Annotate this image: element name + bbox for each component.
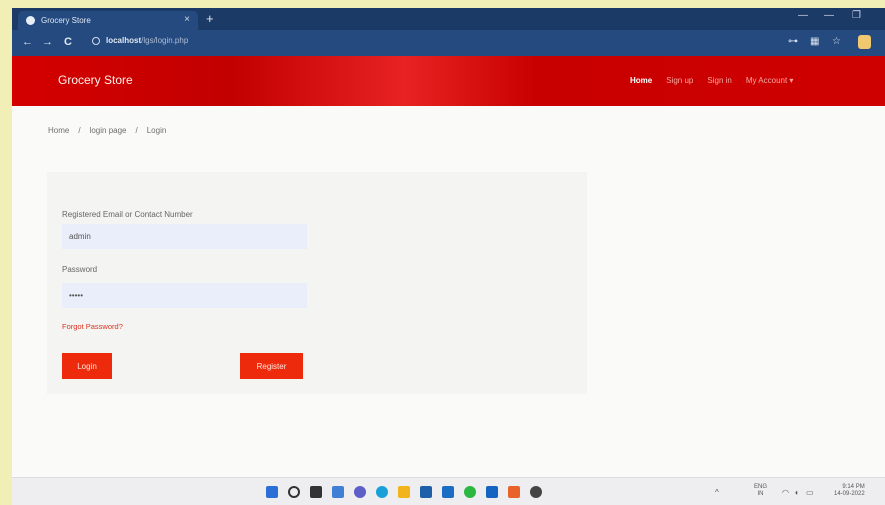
nav-sign-up[interactable]: Sign up (666, 76, 693, 85)
volume-icon[interactable]: ◖ (794, 488, 799, 497)
language-indicator[interactable]: ENG IN (754, 484, 767, 498)
breadcrumb-current: Login (146, 126, 167, 135)
password-field[interactable] (62, 283, 307, 308)
login-button[interactable]: Login (62, 353, 112, 379)
browser-tab[interactable]: Grocery Store × (18, 11, 198, 30)
whatsapp-icon[interactable] (464, 486, 476, 498)
breadcrumb: Home / login page / Login (48, 126, 166, 135)
brand-logo[interactable]: Grocery Store (58, 73, 133, 87)
wifi-icon[interactable]: ◠ (782, 488, 789, 497)
back-button[interactable]: ← (22, 36, 33, 48)
nav-home[interactable]: Home (630, 76, 652, 85)
mail-icon[interactable] (486, 486, 498, 498)
profile-icon[interactable] (858, 35, 871, 49)
search-icon[interactable] (288, 486, 300, 498)
extensions-icon[interactable]: ▦ (810, 36, 819, 47)
taskbar: ^ ENG IN ◠ ◖ ▭ 9:14 PM 14-09-2022 (12, 477, 885, 505)
app-icon[interactable] (442, 486, 454, 498)
calendar-icon[interactable] (508, 486, 520, 498)
reload-button[interactable]: C (64, 36, 72, 48)
key-icon[interactable]: ⊶ (788, 36, 798, 47)
time: 9:14 PM (842, 484, 865, 490)
battery-icon[interactable]: ▭ (806, 488, 814, 497)
edge-icon[interactable] (376, 486, 388, 498)
address-bar: ← → C localhost /lgs/login.php ⊶ ▦ ☆ (12, 30, 885, 56)
star-icon[interactable]: ☆ (832, 36, 841, 47)
browser-window: Grocery Store × + — — ❐ ← → C localhost … (12, 8, 885, 505)
url-host: localhost (106, 36, 142, 45)
globe-icon (26, 16, 35, 25)
breadcrumb-home[interactable]: Home (48, 126, 69, 135)
chevron-up-icon[interactable]: ^ (715, 488, 719, 497)
tab-strip: Grocery Store × + — — ❐ (12, 8, 885, 30)
github-icon[interactable] (530, 486, 542, 498)
file-explorer-icon[interactable] (398, 486, 410, 498)
url-path: /lgs/login.php (141, 36, 189, 45)
breadcrumb-login-page[interactable]: login page (90, 126, 127, 135)
nav-my-account[interactable]: My Account ▾ (746, 76, 794, 85)
task-view-icon[interactable] (310, 486, 322, 498)
forgot-password-link[interactable]: Forgot Password? (62, 322, 123, 331)
forward-button[interactable]: → (42, 36, 53, 48)
region-code: IN (757, 491, 764, 497)
language-code: ENG (754, 484, 768, 490)
date: 14-09-2022 (834, 491, 865, 497)
breadcrumb-separator: / (135, 126, 138, 135)
store-icon[interactable] (420, 486, 432, 498)
restore-icon[interactable]: — (824, 10, 834, 21)
nav-sign-in[interactable]: Sign in (707, 76, 731, 85)
new-tab-button[interactable]: + (206, 11, 214, 26)
minimize-icon[interactable]: — (798, 10, 808, 21)
clock[interactable]: 9:14 PM 14-09-2022 (834, 484, 865, 498)
email-field[interactable] (62, 224, 307, 249)
close-tab-icon[interactable]: × (184, 14, 190, 25)
chat-icon[interactable] (354, 486, 366, 498)
widgets-icon[interactable] (332, 486, 344, 498)
url-field[interactable]: localhost /lgs/login.php (92, 36, 188, 45)
register-button[interactable]: Register (240, 353, 303, 379)
password-label: Password (62, 265, 98, 274)
start-icon[interactable] (266, 486, 278, 498)
maximize-icon[interactable]: ❐ (852, 10, 861, 21)
site-navbar: Grocery Store Home Sign up Sign in My Ac… (12, 56, 885, 106)
login-card: Registered Email or Contact Number Passw… (47, 172, 587, 394)
email-label: Registered Email or Contact Number (62, 210, 193, 219)
info-icon[interactable] (92, 36, 100, 45)
tab-title: Grocery Store (41, 16, 91, 25)
nav-links: Home Sign up Sign in My Account ▾ (630, 76, 793, 85)
breadcrumb-separator: / (78, 126, 81, 135)
